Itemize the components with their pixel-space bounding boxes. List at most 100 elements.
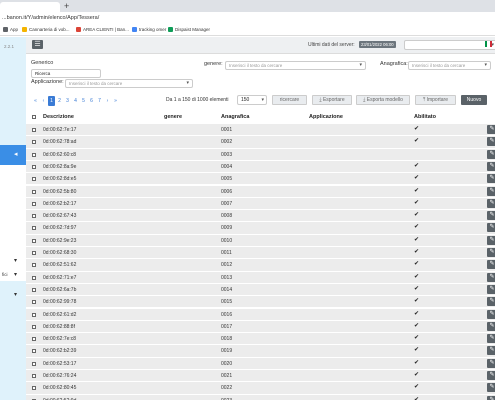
- table-row[interactable]: 0d:00:62:61:d2 0016 ✔ ✎: [26, 307, 495, 320]
- edit-pencil-icon[interactable]: ✎: [487, 309, 495, 319]
- row-checkbox[interactable]: [32, 152, 36, 157]
- table-row[interactable]: 0d:00:62:b2:17 0007 ✔ ✎: [26, 196, 495, 210]
- edit-pencil-icon[interactable]: ✎: [487, 371, 495, 380]
- edit-pencil-icon[interactable]: ✎: [487, 358, 495, 368]
- page-1-button[interactable]: 1: [48, 95, 55, 106]
- edit-pencil-icon[interactable]: ✎: [487, 235, 495, 245]
- edit-pencil-icon[interactable]: ✎: [487, 137, 495, 147]
- table-row[interactable]: 0d:00:62:8d:e5 0005 ✔ ✎: [26, 172, 495, 185]
- row-checkbox[interactable]: [32, 128, 36, 132]
- top-select[interactable]: ▾: [404, 40, 495, 50]
- table-row[interactable]: 0d:00:62:7e:17 0001 ✔ ✎: [26, 123, 495, 136]
- anagrafica-select[interactable]: Inserisci il testo da cercare ▾: [408, 61, 491, 70]
- menu-toggle-button[interactable]: ☰: [32, 40, 43, 49]
- table-row[interactable]: 0d:00:62:7d:97 0009 ✔ ✎: [26, 221, 495, 234]
- row-checkbox[interactable]: [32, 263, 36, 268]
- last-page-button[interactable]: »: [112, 96, 119, 106]
- next-page-button[interactable]: ›: [104, 96, 111, 106]
- column-header-anagrafica[interactable]: Anagrafica: [221, 114, 249, 120]
- column-header-genere[interactable]: genere: [164, 114, 182, 120]
- edit-pencil-icon[interactable]: ✎: [487, 297, 495, 307]
- row-checkbox[interactable]: [32, 312, 36, 317]
- page-3-button[interactable]: 3: [64, 96, 71, 106]
- table-row[interactable]: 0d:00:62:53:17 0020 ✔ ✎: [26, 356, 495, 369]
- table-row[interactable]: 0d:00:62:88:8f 0017 ✔ ✎: [26, 319, 495, 333]
- page-4-button[interactable]: 4: [72, 96, 79, 106]
- edit-pencil-icon[interactable]: ✎: [487, 174, 495, 184]
- italy-flag-icon[interactable]: [485, 41, 492, 47]
- row-checkbox[interactable]: [32, 201, 36, 206]
- row-checkbox[interactable]: [32, 361, 36, 366]
- new-button[interactable]: Nuovo: [461, 95, 487, 105]
- row-checkbox[interactable]: [32, 140, 36, 145]
- export-button[interactable]: ⤓ Esportare: [312, 95, 352, 105]
- bookmark-4[interactable]: Dispaist Manager: [168, 27, 210, 32]
- table-row[interactable]: 0d:00:62:71:e7 0013 ✔ ✎: [26, 270, 495, 283]
- row-checkbox[interactable]: [32, 324, 36, 329]
- page-5-button[interactable]: 5: [80, 96, 87, 106]
- new-tab-button[interactable]: +: [64, 1, 69, 11]
- edit-pencil-icon[interactable]: ✎: [487, 149, 495, 159]
- edit-pencil-icon[interactable]: ✎: [487, 161, 495, 171]
- table-row[interactable]: 0d:00:62:9e:23 0010 ✔ ✎: [26, 233, 495, 246]
- edit-pencil-icon[interactable]: ✎: [487, 383, 495, 393]
- edit-pencil-icon[interactable]: ✎: [487, 272, 495, 282]
- page-7-button[interactable]: 7: [96, 96, 103, 106]
- edit-pencil-icon[interactable]: ✎: [487, 321, 495, 331]
- row-checkbox[interactable]: [32, 337, 36, 342]
- row-checkbox[interactable]: [32, 214, 36, 219]
- applicazione-select[interactable]: Inserisci il testo da cercare ▾: [65, 79, 193, 88]
- column-header-applicazione[interactable]: Applicazione: [309, 114, 343, 120]
- select-all-checkbox[interactable]: [32, 115, 36, 119]
- bookmark-3[interactable]: tracking omer: [132, 27, 166, 32]
- edit-pencil-icon[interactable]: ✎: [487, 395, 495, 400]
- edit-pencil-icon[interactable]: ✎: [487, 260, 495, 270]
- row-checkbox[interactable]: [32, 226, 36, 231]
- row-checkbox[interactable]: [32, 177, 36, 182]
- row-checkbox[interactable]: [32, 300, 36, 305]
- page-6-button[interactable]: 6: [88, 96, 95, 106]
- table-row[interactable]: 0d:00:62:67:43 0008 ✔ ✎: [26, 209, 495, 222]
- edit-pencil-icon[interactable]: ✎: [487, 346, 495, 356]
- table-row[interactable]: 0d:00:62:78:ad 0002 ✔ ✎: [26, 135, 495, 148]
- import-button[interactable]: ⤒ Importare: [415, 95, 456, 105]
- table-row[interactable]: 0d:00:62:51:62 0012 ✔ ✎: [26, 258, 495, 271]
- table-row[interactable]: 0d:00:62:52:9d0023✔✎: [26, 393, 495, 400]
- genere-select[interactable]: Inserisci il testo da cercare ▾: [225, 61, 366, 70]
- edit-pencil-icon[interactable]: ✎: [487, 248, 495, 257]
- table-row[interactable]: 0d:00:62:8a:9e 0004 ✔ ✎: [26, 159, 495, 173]
- row-checkbox[interactable]: [32, 386, 36, 391]
- row-checkbox[interactable]: [32, 238, 36, 243]
- address-bar[interactable]: ...banon.it/Y/admin/elenco/App/Tessera/: [0, 12, 495, 24]
- url-text[interactable]: ...banon.it/Y/admin/elenco/App/Tessera/: [2, 15, 99, 21]
- row-checkbox[interactable]: [32, 164, 36, 169]
- bookmark-apps[interactable]: App: [3, 27, 18, 32]
- column-header-descrizione[interactable]: Descrizione: [43, 114, 74, 120]
- edit-pencil-icon[interactable]: ✎: [487, 125, 495, 134]
- bookmark-1[interactable]: Cannarteria di vob...: [22, 27, 70, 32]
- sidebar-item-fici[interactable]: fici ▾: [0, 271, 26, 281]
- first-page-button[interactable]: «: [32, 96, 39, 106]
- row-checkbox[interactable]: [32, 374, 36, 378]
- per-page-select[interactable]: 150 ▾: [237, 95, 267, 105]
- row-checkbox[interactable]: [32, 189, 36, 194]
- sidebar-item-active[interactable]: ◂: [0, 145, 26, 165]
- edit-pencil-icon[interactable]: ✎: [487, 186, 495, 196]
- row-checkbox[interactable]: [32, 251, 36, 255]
- edit-pencil-icon[interactable]: ✎: [487, 198, 495, 208]
- row-checkbox[interactable]: [32, 287, 36, 292]
- row-checkbox[interactable]: [32, 275, 36, 280]
- edit-pencil-icon[interactable]: ✎: [487, 284, 495, 294]
- edit-pencil-icon[interactable]: ✎: [487, 223, 495, 233]
- table-row[interactable]: 0d:00:62:6a:7b 0014 ✔ ✎: [26, 282, 495, 296]
- page-2-button[interactable]: 2: [56, 96, 63, 106]
- column-header-abilitato[interactable]: Abilitato: [414, 114, 436, 120]
- table-row[interactable]: 0d:00:62:80:45 0022 ✔ ✎: [26, 381, 495, 394]
- table-row[interactable]: 0d:00:62:68:30 0011 ✔ ✎: [26, 246, 495, 259]
- export-model-button[interactable]: ⤓ Esporta modello: [356, 95, 410, 105]
- table-row[interactable]: 0d:00:62:76:24 0021 ✔ ✎: [26, 369, 495, 382]
- bookmark-2[interactable]: AREA CLIENTI | Ban...: [76, 27, 129, 32]
- table-row[interactable]: 0d:00:62:b2:39 0019 ✔ ✎: [26, 344, 495, 357]
- table-row[interactable]: 0d:00:62:7e:c8 0018 ✔ ✎: [26, 332, 495, 345]
- edit-pencil-icon[interactable]: ✎: [487, 334, 495, 344]
